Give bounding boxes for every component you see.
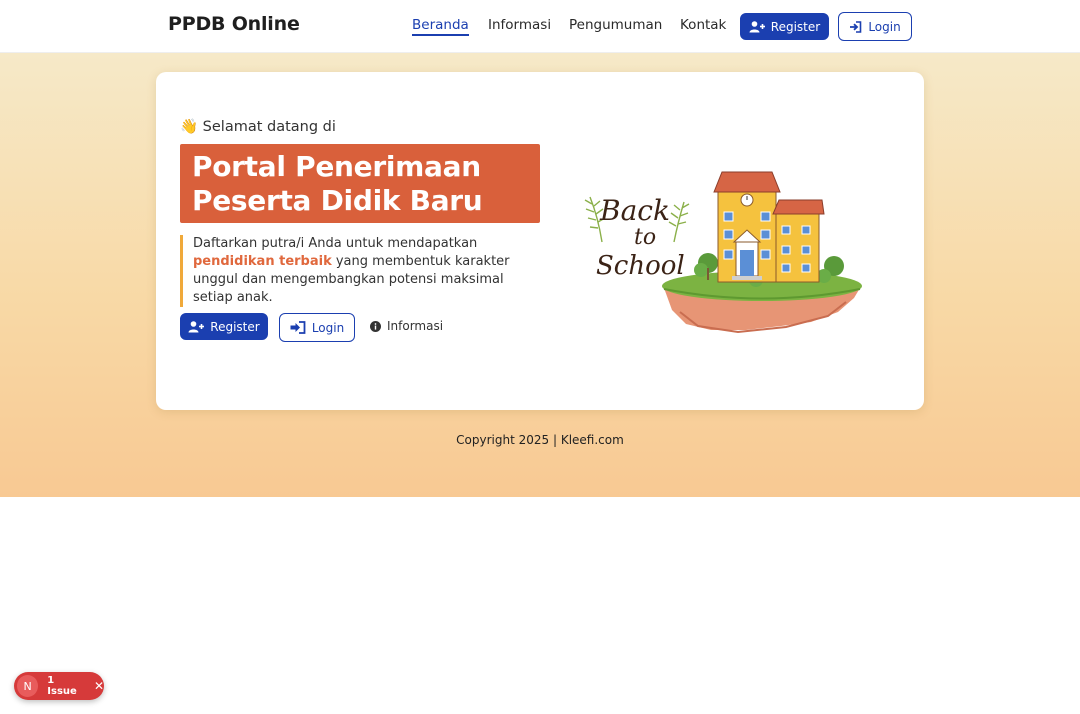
school-steps — [732, 276, 762, 280]
nextjs-logo-icon: N — [17, 675, 39, 697]
description-before: Daftarkan putra/i Anda untuk mendapatkan — [193, 236, 478, 251]
tree-left-trunk — [707, 268, 709, 280]
user-plus-icon — [749, 20, 765, 32]
hero-register-button[interactable]: Register — [180, 313, 268, 340]
school-side-roof — [772, 199, 825, 215]
hero-login-label: Login — [311, 320, 345, 335]
headline-box: Portal Penerimaan Peserta Didik Baru — [180, 144, 540, 223]
nav-link-beranda[interactable]: Beranda — [412, 17, 469, 36]
welcome-text: 👋 Selamat datang di — [180, 119, 336, 135]
headline-line-1: Portal Penerimaan — [192, 150, 481, 183]
hero-card: 👋 Selamat datang di Portal Penerimaan Pe… — [156, 72, 924, 410]
nav-register-button[interactable]: Register — [740, 13, 829, 40]
nav-login-button[interactable]: Login — [838, 12, 912, 41]
school-word: School — [596, 251, 685, 281]
navbar: PPDB Online Beranda Informasi Pengumuman… — [0, 0, 1080, 53]
description-highlight: pendidikan terbaik — [193, 254, 332, 269]
close-icon[interactable]: ✕ — [94, 679, 104, 693]
school-main-roof — [713, 171, 781, 193]
sign-in-icon — [290, 321, 306, 334]
hero-info-label: Informasi — [387, 319, 444, 333]
nav-login-label: Login — [868, 19, 901, 34]
issues-label: 1 Issue — [47, 675, 77, 697]
nav-link-informasi[interactable]: Informasi — [488, 17, 551, 33]
hero-description: Daftarkan putra/i Anda untuk mendapatkan… — [180, 235, 540, 307]
info-circle-icon — [370, 320, 381, 332]
back-word: Back — [599, 194, 670, 227]
headline-line-2: Peserta Didik Baru — [192, 184, 483, 217]
issues-badge[interactable]: N 1 Issue ✕ — [14, 672, 104, 700]
to-word: to — [634, 225, 656, 250]
hero-info-link[interactable]: Informasi — [370, 319, 443, 333]
nav-link-pengumuman[interactable]: Pengumuman — [569, 17, 662, 33]
hero-register-label: Register — [210, 319, 260, 334]
sign-in-icon — [850, 20, 862, 33]
brand-title[interactable]: PPDB Online — [168, 13, 300, 35]
bush-left — [694, 263, 708, 277]
nav-link-kontak[interactable]: Kontak — [680, 17, 726, 33]
school-door — [740, 250, 754, 276]
back-to-school-illustration: Back to School — [584, 171, 862, 334]
leaf-sprig-right — [668, 201, 690, 243]
nav-register-label: Register — [770, 19, 821, 34]
user-plus-icon — [188, 320, 205, 332]
hero-login-button[interactable]: Login — [279, 313, 355, 342]
footer-copyright: Copyright 2025 | Kleefi.com — [456, 433, 624, 447]
